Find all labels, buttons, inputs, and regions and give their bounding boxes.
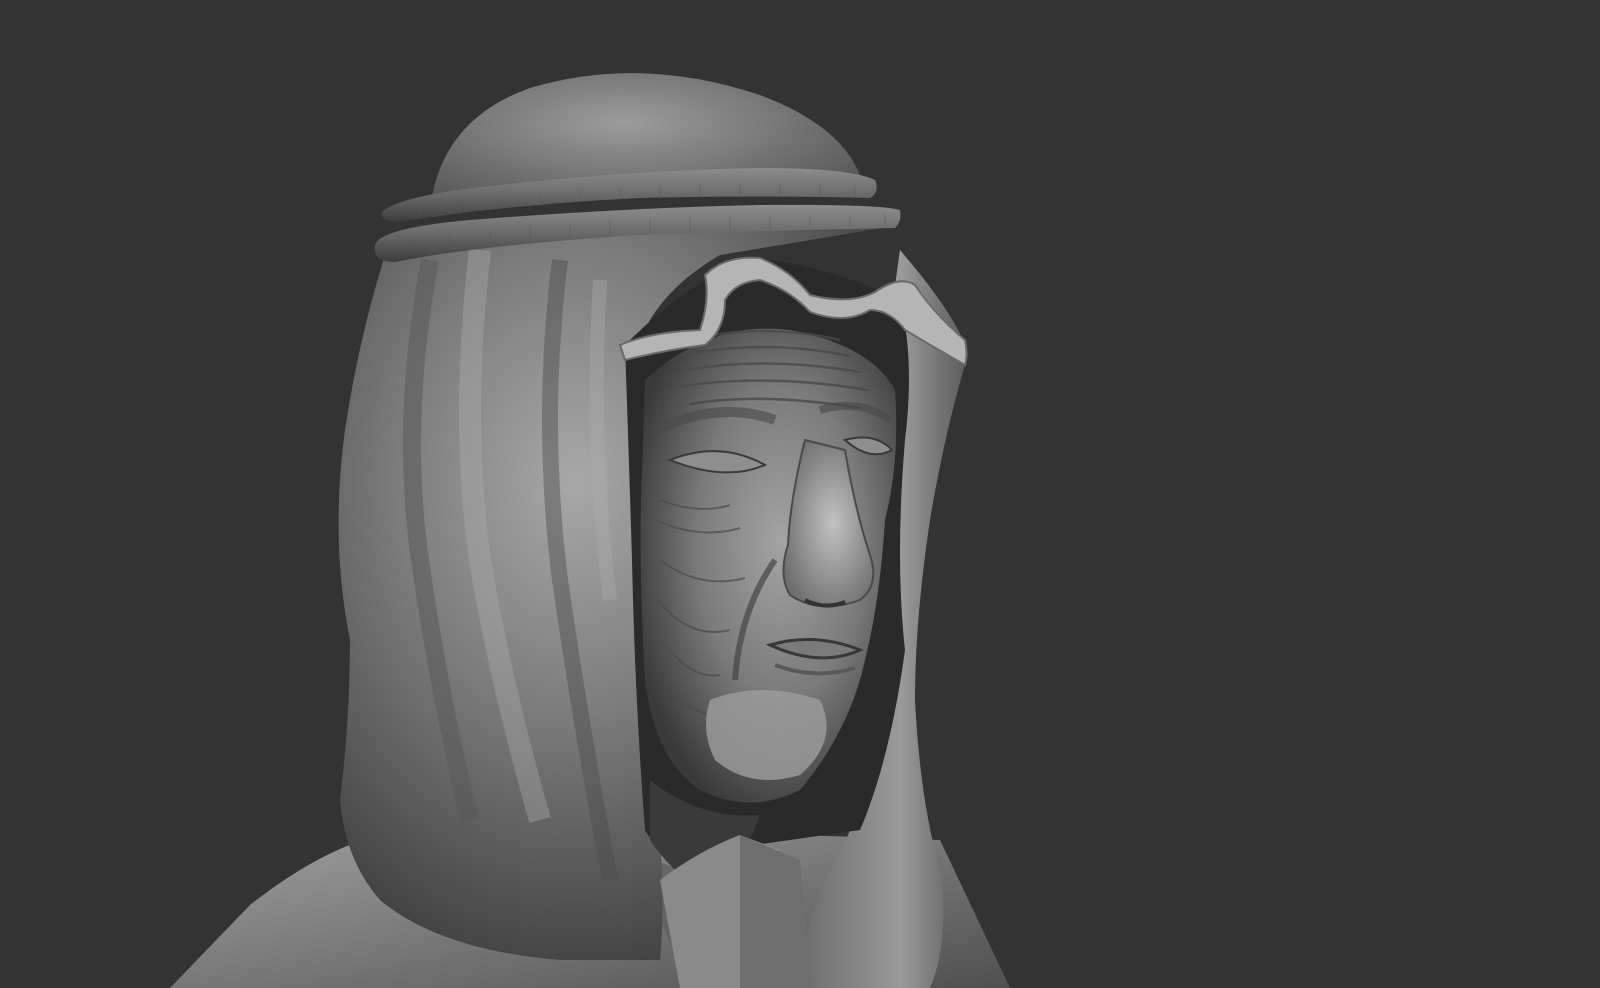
sculpt-render <box>170 73 1010 988</box>
chin <box>706 690 827 780</box>
sculpt-viewport[interactable] <box>0 0 1600 988</box>
